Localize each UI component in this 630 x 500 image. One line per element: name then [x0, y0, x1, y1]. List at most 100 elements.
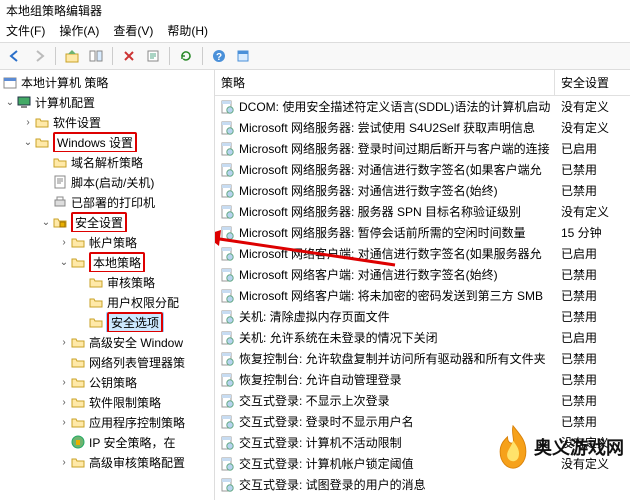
policy-row[interactable]: Microsoft 网络服务器: 登录时间过期后断开与客户端的连接已启用	[215, 138, 630, 159]
highlight-4-selected: 安全选项	[107, 312, 163, 332]
policy-item-icon	[219, 141, 235, 157]
folder-icon	[70, 334, 86, 350]
svg-text:?: ?	[216, 52, 222, 63]
caret-right-icon: ›	[58, 377, 70, 388]
tree-software-settings[interactable]: › 软件设置	[0, 112, 214, 132]
menu-view[interactable]: 查看(V)	[113, 22, 153, 40]
watermark: 奥义游戏网	[494, 424, 624, 470]
policy-row[interactable]: 恢复控制台: 允许自动管理登录 已禁用	[215, 369, 630, 390]
tree-scripts[interactable]: 脚本(启动/关机)	[0, 172, 214, 192]
policy-row[interactable]: Microsoft 网络服务器: 对通信进行数字签名(如果客户端允已禁用	[215, 159, 630, 180]
tree-local-policies[interactable]: ⌄ 本地策略	[0, 252, 214, 272]
policy-name: Microsoft 网络服务器: 对通信进行数字签名(如果客户端允	[239, 161, 542, 178]
tree-name-resolution[interactable]: 域名解析策略	[0, 152, 214, 172]
tree-computer-config[interactable]: ⌄ 计算机配置	[0, 92, 214, 112]
policy-item-icon	[219, 204, 235, 220]
policy-row[interactable]: Microsoft 网络服务器: 对通信进行数字签名(始终)已禁用	[215, 180, 630, 201]
tree-root[interactable]: 本地计算机 策略	[0, 72, 214, 92]
policy-row[interactable]: 关机: 允许系统在未登录的情况下关闭已启用	[215, 327, 630, 348]
list-header: 策略 安全设置	[215, 70, 630, 96]
tree-windows-settings[interactable]: ⌄ Windows 设置	[0, 132, 214, 152]
policy-name: 交互式登录: 计算机不活动限制	[239, 434, 402, 451]
tree-software-restrict[interactable]: › 软件限制策略	[0, 392, 214, 412]
folder-icon	[70, 414, 86, 430]
computer-icon	[16, 94, 32, 110]
folder-icon	[70, 454, 86, 470]
policy-value: 已禁用	[555, 392, 630, 409]
tree-security-settings[interactable]: ⌄ 安全设置	[0, 212, 214, 232]
policy-row[interactable]: Microsoft 网络客户端: 对通信进行数字签名(始终)已禁用	[215, 264, 630, 285]
delete-button[interactable]	[118, 45, 140, 67]
forward-button[interactable]	[28, 45, 50, 67]
policy-root-icon	[2, 74, 18, 90]
menu-help[interactable]: 帮助(H)	[167, 22, 208, 40]
menu-file[interactable]: 文件(F)	[6, 22, 45, 40]
policy-value: 没有定义	[555, 203, 630, 220]
policy-name: 交互式登录: 计算机帐户锁定阈值	[239, 455, 414, 472]
policy-row[interactable]: Microsoft 网络客户端: 将未加密的密码发送到第三方 SMB已禁用	[215, 285, 630, 306]
policy-row[interactable]: Microsoft 网络客户端: 对通信进行数字签名(如果服务器允已启用	[215, 243, 630, 264]
show-hide-button[interactable]	[85, 45, 107, 67]
policy-name: Microsoft 网络服务器: 尝试使用 S4U2Self 获取声明信息	[239, 119, 535, 136]
refresh-button[interactable]	[175, 45, 197, 67]
policy-name: Microsoft 网络客户端: 对通信进行数字签名(始终)	[239, 266, 498, 283]
policy-name: Microsoft 网络服务器: 暂停会话前所需的空闲时间数量	[239, 224, 526, 241]
flame-icon	[494, 424, 532, 470]
policy-row[interactable]: 交互式登录: 试图登录的用户的消息	[215, 474, 630, 495]
tree-network-list[interactable]: 网络列表管理器策	[0, 352, 214, 372]
highlight-2: 安全设置	[71, 212, 127, 232]
policy-item-icon	[219, 246, 235, 262]
policy-value: 已禁用	[555, 371, 630, 388]
tree-audit-policy[interactable]: 审核策略	[0, 272, 214, 292]
tree-adv-audit[interactable]: › 高级审核策略配置	[0, 452, 214, 472]
tree-security-options[interactable]: 安全选项	[0, 312, 214, 332]
folder-lock-icon	[70, 254, 86, 270]
policy-item-icon	[219, 372, 235, 388]
policy-row[interactable]: 关机: 清除虚拟内存页面文件已禁用	[215, 306, 630, 327]
policy-name: 恢复控制台: 允许自动管理登录	[239, 371, 402, 388]
policy-name: 交互式登录: 不显示上次登录	[239, 392, 390, 409]
tree-ip-security[interactable]: IP 安全策略，在	[0, 432, 214, 452]
tree-adv-security-windows[interactable]: › 高级安全 Window	[0, 332, 214, 352]
column-policy[interactable]: 策略	[215, 70, 555, 95]
properties-button[interactable]	[232, 45, 254, 67]
tree-deployed-printers[interactable]: 已部署的打印机	[0, 192, 214, 212]
policy-item-icon	[219, 477, 235, 493]
policy-row[interactable]: DCOM: 使用安全描述符定义语言(SDDL)语法的计算机启动没有定义	[215, 96, 630, 117]
caret-down-icon: ⌄	[40, 217, 52, 228]
menubar: 文件(F) 操作(A) 查看(V) 帮助(H)	[0, 20, 630, 42]
menu-action[interactable]: 操作(A)	[59, 22, 99, 40]
highlight-3: 本地策略	[89, 252, 145, 272]
policy-name: Microsoft 网络客户端: 对通信进行数字签名(如果服务器允	[239, 245, 542, 262]
policy-name: 恢复控制台: 允许软盘复制并访问所有驱动器和所有文件夹	[239, 350, 546, 367]
policy-item-icon	[219, 162, 235, 178]
policy-row[interactable]: 恢复控制台: 允许软盘复制并访问所有驱动器和所有文件夹已禁用	[215, 348, 630, 369]
tree-account-policies[interactable]: › 帐户策略	[0, 232, 214, 252]
policy-row[interactable]: Microsoft 网络服务器: 服务器 SPN 目标名称验证级别没有定义	[215, 201, 630, 222]
policy-row[interactable]: 交互式登录: 不显示上次登录 已禁用	[215, 390, 630, 411]
policy-name: 交互式登录: 试图登录的用户的消息	[239, 476, 426, 493]
column-setting[interactable]: 安全设置	[555, 70, 630, 95]
caret-right-icon: ›	[58, 417, 70, 428]
script-icon	[52, 174, 68, 190]
tree-app-control[interactable]: › 应用程序控制策略	[0, 412, 214, 432]
policy-item-icon	[219, 309, 235, 325]
help-button[interactable]: ?	[208, 45, 230, 67]
highlight-1: Windows 设置	[53, 132, 137, 152]
policy-item-icon	[219, 288, 235, 304]
folder-icon	[70, 394, 86, 410]
tree-public-key[interactable]: › 公钥策略	[0, 372, 214, 392]
policy-row[interactable]: Microsoft 网络服务器: 尝试使用 S4U2Self 获取声明信息 没有定…	[215, 117, 630, 138]
policy-row[interactable]: Microsoft 网络服务器: 暂停会话前所需的空闲时间数量 15 分钟	[215, 222, 630, 243]
folder-lock-icon	[88, 314, 104, 330]
policy-value: 没有定义	[555, 119, 630, 136]
security-icon	[52, 214, 68, 230]
tree-user-rights[interactable]: 用户权限分配	[0, 292, 214, 312]
separator	[169, 47, 170, 65]
back-button[interactable]	[4, 45, 26, 67]
window-title: 本地组策略编辑器	[0, 0, 630, 20]
up-button[interactable]	[61, 45, 83, 67]
export-button[interactable]	[142, 45, 164, 67]
policy-item-icon	[219, 99, 235, 115]
policy-value: 15 分钟	[555, 224, 630, 241]
